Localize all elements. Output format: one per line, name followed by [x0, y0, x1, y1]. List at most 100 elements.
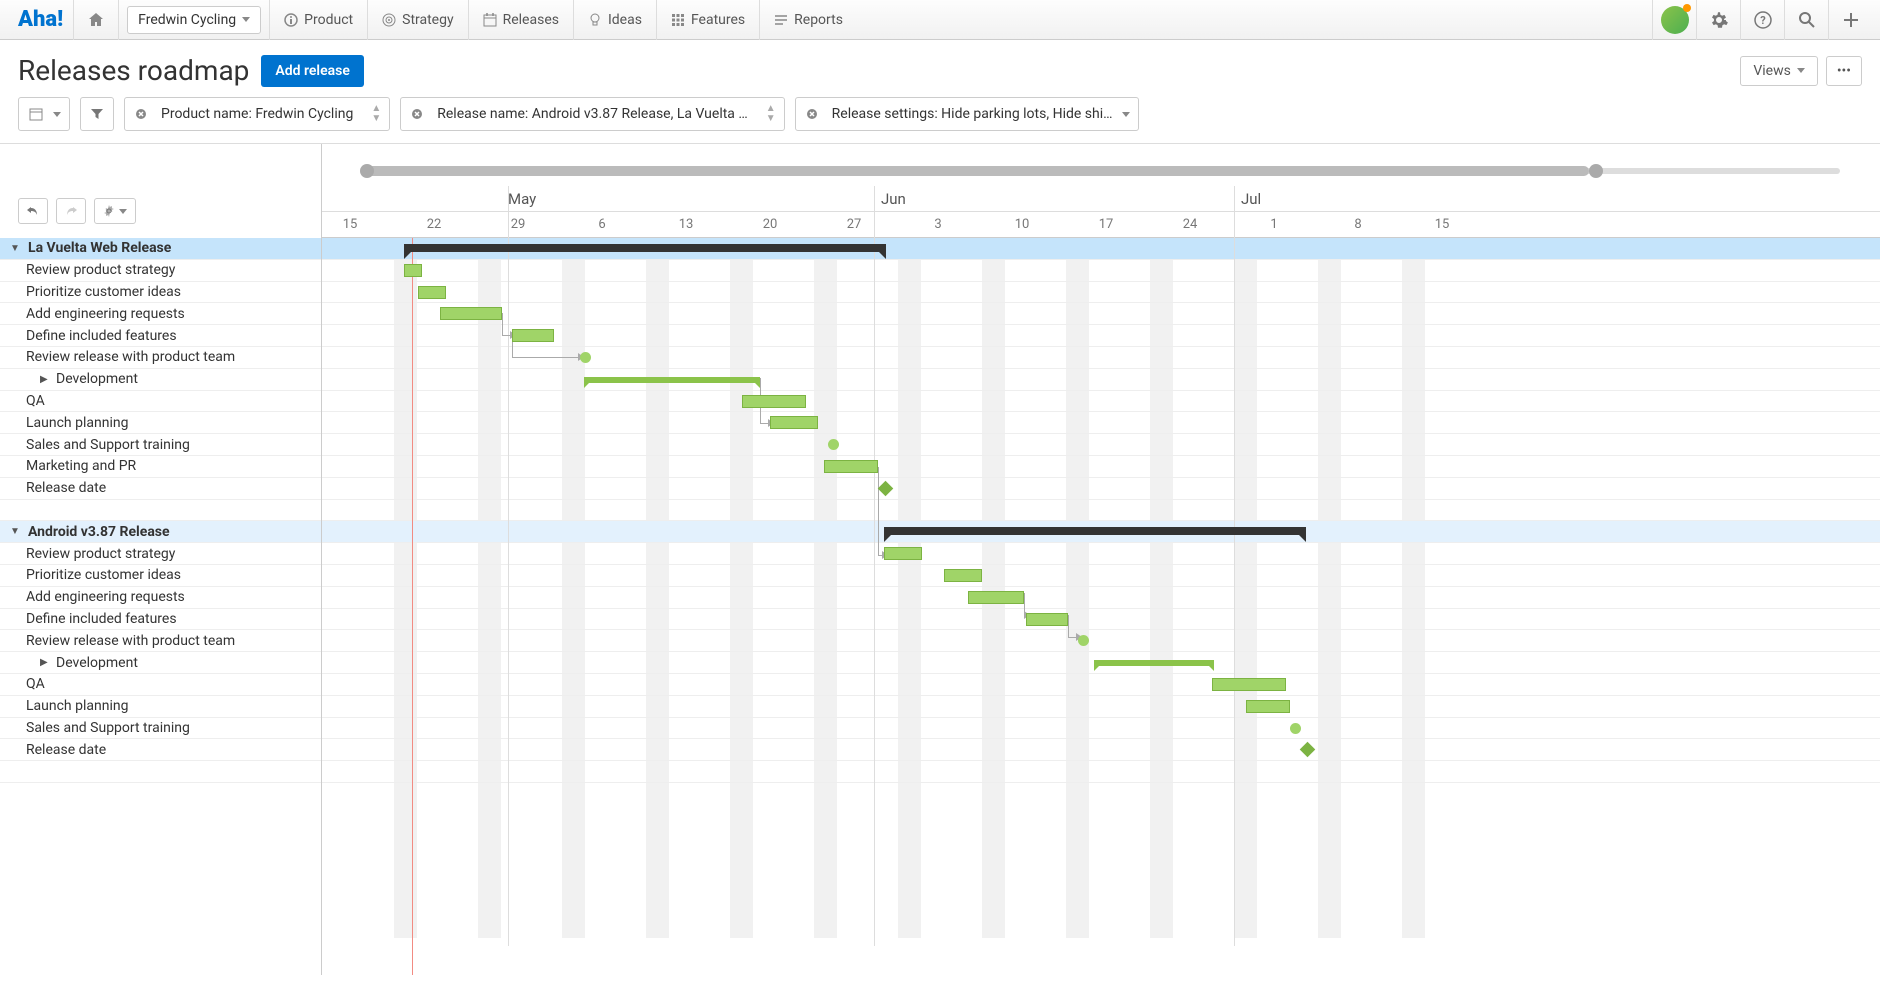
- task-row[interactable]: QA: [0, 391, 321, 413]
- nav-features[interactable]: Features: [657, 0, 759, 40]
- nav-reports[interactable]: Reports: [760, 0, 857, 40]
- release-name: La Vuelta Web Release: [28, 240, 171, 256]
- task-row[interactable]: Review product strategy: [0, 260, 321, 282]
- day-label: 22: [427, 217, 442, 232]
- task-row[interactable]: ▶ Development: [0, 369, 321, 391]
- gantt-row: [322, 761, 1880, 783]
- clear-icon[interactable]: [401, 108, 433, 120]
- task-row[interactable]: Prioritize customer ideas: [0, 565, 321, 587]
- caret-down-icon: [242, 17, 250, 22]
- group-bar[interactable]: [584, 377, 760, 383]
- task-bar[interactable]: [944, 569, 982, 582]
- views-button-label: Views: [1753, 63, 1791, 79]
- task-row[interactable]: Prioritize customer ideas: [0, 282, 321, 304]
- task-bar[interactable]: [512, 329, 554, 342]
- caret-down-icon: [53, 112, 61, 117]
- milestone-diamond[interactable]: [1300, 742, 1316, 758]
- milestone-dot[interactable]: [828, 439, 839, 450]
- views-button[interactable]: Views: [1740, 56, 1818, 86]
- task-row[interactable]: Add engineering requests: [0, 587, 321, 609]
- filter-release[interactable]: Release name: Android v3.87 Release, La …: [400, 97, 784, 131]
- chevron-right-icon[interactable]: ▶: [40, 657, 52, 668]
- caret-down-icon: [119, 209, 127, 214]
- task-bar[interactable]: [742, 395, 806, 408]
- nav-strategy[interactable]: Strategy: [368, 0, 467, 40]
- nav-product[interactable]: Product: [270, 0, 367, 40]
- task-row[interactable]: Define included features: [0, 325, 321, 347]
- task-row[interactable]: Release date: [0, 739, 321, 761]
- task-row[interactable]: Add engineering requests: [0, 303, 321, 325]
- nav-releases[interactable]: Releases: [469, 0, 573, 40]
- milestone-dot[interactable]: [1290, 723, 1301, 734]
- gantt-row: [322, 478, 1880, 500]
- sort-icon[interactable]: ▲▼: [363, 104, 389, 124]
- task-row[interactable]: Sales and Support training: [0, 434, 321, 456]
- add-icon[interactable]: [1828, 0, 1872, 40]
- gear-button[interactable]: [94, 198, 136, 224]
- caret-down-icon: [1122, 112, 1130, 117]
- task-row[interactable]: Define included features: [0, 609, 321, 631]
- task-bar[interactable]: [884, 547, 922, 560]
- home-nav[interactable]: [74, 0, 118, 40]
- task-row[interactable]: Marketing and PR: [0, 456, 321, 478]
- date-picker[interactable]: [18, 97, 70, 131]
- task-row[interactable]: Review product strategy: [0, 543, 321, 565]
- release-row[interactable]: ▼ La Vuelta Web Release: [0, 238, 321, 260]
- timeline-scrollbar[interactable]: [362, 166, 1840, 176]
- task-bar[interactable]: [824, 460, 878, 473]
- gantt-row: [322, 674, 1880, 696]
- scroll-handle-right[interactable]: [1589, 164, 1603, 178]
- task-name: Release date: [26, 742, 106, 758]
- milestone-dot[interactable]: [580, 352, 591, 363]
- more-button[interactable]: •••: [1826, 56, 1862, 86]
- task-row[interactable]: Launch planning: [0, 696, 321, 718]
- release-bar[interactable]: [884, 527, 1306, 535]
- task-row[interactable]: Release date: [0, 478, 321, 500]
- help-icon[interactable]: ?: [1740, 0, 1784, 40]
- filter-product[interactable]: Product name: Fredwin Cycling ▲▼: [124, 97, 390, 131]
- user-avatar[interactable]: [1652, 0, 1696, 40]
- task-bar[interactable]: [1246, 700, 1290, 713]
- task-bar[interactable]: [968, 591, 1024, 604]
- release-row[interactable]: ▼Android v3.87 Release: [0, 521, 321, 543]
- task-bar[interactable]: [770, 416, 818, 429]
- chevron-down-icon[interactable]: ▼: [10, 243, 22, 254]
- day-label: 8: [1354, 217, 1361, 232]
- task-row[interactable]: ▶Development: [0, 652, 321, 674]
- task-bar[interactable]: [440, 307, 502, 320]
- clear-icon[interactable]: [125, 108, 157, 120]
- chevron-down-icon[interactable]: ▼: [10, 526, 22, 537]
- gantt-row: [322, 500, 1880, 522]
- task-row[interactable]: Review release with product team: [0, 347, 321, 369]
- chevron-right-icon[interactable]: ▶: [40, 374, 52, 385]
- milestone-diamond[interactable]: [878, 480, 894, 496]
- calendar-icon: [19, 107, 53, 121]
- milestone-dot[interactable]: [1078, 635, 1089, 646]
- group-bar[interactable]: [1094, 660, 1214, 666]
- search-icon[interactable]: [1784, 0, 1828, 40]
- nav-ideas[interactable]: Ideas: [574, 0, 656, 40]
- sort-icon[interactable]: ▲▼: [758, 104, 784, 124]
- filter-toggle[interactable]: [80, 97, 114, 131]
- task-bar[interactable]: [418, 286, 446, 299]
- scroll-handle-left[interactable]: [360, 164, 374, 178]
- task-row[interactable]: Launch planning: [0, 412, 321, 434]
- task-row[interactable]: Review release with product team: [0, 630, 321, 652]
- task-name: Sales and Support training: [26, 437, 190, 453]
- task-bar[interactable]: [1212, 678, 1286, 691]
- clear-icon[interactable]: [796, 108, 828, 120]
- gantt-row: [322, 391, 1880, 413]
- add-release-button[interactable]: Add release: [261, 55, 363, 87]
- brand-logo[interactable]: Aha!: [8, 7, 73, 32]
- settings-icon[interactable]: [1696, 0, 1740, 40]
- product-selector[interactable]: Fredwin Cycling: [127, 6, 261, 34]
- task-bar[interactable]: [1026, 613, 1068, 626]
- task-row[interactable]: QA: [0, 674, 321, 696]
- task-row[interactable]: Sales and Support training: [0, 718, 321, 740]
- spacer-row: [0, 500, 321, 522]
- filter-settings[interactable]: Release settings: Hide parking lots, Hid…: [795, 97, 1140, 131]
- undo-button[interactable]: [18, 198, 48, 224]
- release-bar[interactable]: [404, 244, 886, 252]
- task-name: Development: [56, 371, 138, 387]
- task-bar[interactable]: [404, 264, 422, 277]
